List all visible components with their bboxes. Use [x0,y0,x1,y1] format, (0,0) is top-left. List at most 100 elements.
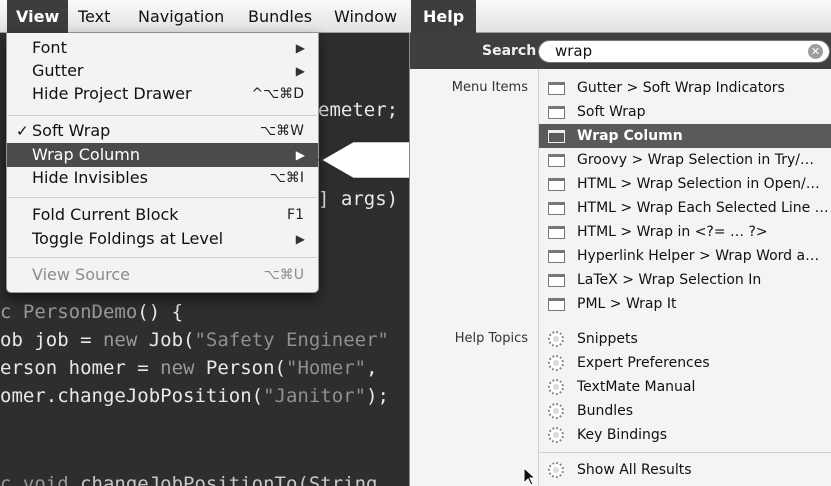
menu-item-toggle-foldings[interactable]: Toggle Foldings at Level ▶ [7,227,318,251]
help-menu-dropdown: Search wrap ✕ Menu Items Gutter > Soft W… [409,33,831,486]
help-topic-icon [548,379,564,395]
code-fragment: Job( [148,329,195,351]
code-fragment: new [160,357,206,379]
menu-item-font[interactable]: Font ▶ [7,36,318,60]
menu-item-label: Toggle Foldings at Level [32,229,224,248]
help-menu-item[interactable]: Soft Wrap [539,100,831,124]
help-menu-item-selected[interactable]: Wrap Column [539,124,831,148]
help-topic-label: Expert Preferences [577,355,710,371]
help-menu-item[interactable]: HTML > Wrap Each Selected Line … [539,196,831,220]
menu-bar: View Text Navigation Bundles Window Help [0,0,831,33]
code-line: omer.changeJobPosition("Janitor"); [0,385,389,407]
clear-search-icon[interactable]: ✕ [808,44,823,59]
code-fragment: Person( [205,357,286,379]
help-topic-item[interactable]: Key Bindings [539,423,831,447]
help-topic-item[interactable]: Expert Preferences [539,351,831,375]
help-menu-item-label: Groovy > Wrap Selection in Try/… [577,152,814,168]
menu-separator [539,452,831,453]
help-topic-icon [548,427,564,443]
submenu-arrow-icon: ▶ [295,232,305,246]
help-topic-item[interactable]: Snippets [539,327,831,351]
search-input-value: wrap [555,42,593,60]
menu-item-icon [548,82,565,95]
code-fragment: ); [366,385,389,407]
shortcut-label: ⌥⌘I [269,170,304,186]
help-menu-item-label: Gutter > Soft Wrap Indicators [577,80,785,96]
menu-item-label: Wrap Column [32,145,140,164]
help-topic-label: Snippets [577,331,638,347]
code-fragment: omer.changeJobPosition( [0,385,264,407]
menu-item-wrap-column[interactable]: Wrap Column ▶ [7,143,318,167]
view-menu-dropdown: Font ▶ Gutter ▶ Hide Project Drawer ^⌥⌘D… [6,33,319,293]
code-fragment: c [0,301,23,323]
code-line: emeter; [318,99,398,121]
menu-separator [8,115,317,116]
menu-item-label: Gutter [32,61,84,80]
shortcut-label: ⌥⌘U [263,267,304,283]
search-input[interactable]: wrap ✕ [538,40,830,63]
help-menu-item-label: HTML > Wrap Each Selected Line … [577,200,829,216]
help-menu-item[interactable]: HTML > Wrap Selection in Open/… [539,172,831,196]
shortcut-label: F1 [287,207,304,223]
code-fragment: c void [0,473,81,486]
help-menu-item[interactable]: LaTeX > Wrap Selection In [539,268,831,292]
submenu-arrow-icon: ▶ [295,41,305,55]
help-topic-item[interactable]: TextMate Manual [539,375,831,399]
menu-item-view-source: View Source ⌥⌘U [7,263,318,287]
menu-item-hide-invisibles[interactable]: Hide Invisibles ⌥⌘I [7,166,318,190]
menu-item-fold-current-block[interactable]: Fold Current Block F1 [7,203,318,227]
code-line: c void changeJobPositionTo(String [0,473,378,486]
help-topic-label: Key Bindings [577,427,668,443]
menu-text[interactable]: Text [69,0,119,33]
code-fragment: ob job = [0,329,103,351]
help-topic-label: Bundles [577,403,634,419]
code-fragment: , [366,357,378,379]
code-line: ] args) [318,188,398,210]
help-menu-item-label: Wrap Column [577,128,683,144]
help-menu-item[interactable]: Groovy > Wrap Selection in Try/… [539,148,831,172]
menu-separator [8,197,317,198]
menu-help[interactable]: Help [411,0,477,33]
menu-item-icon [548,250,565,263]
menu-item-label: Fold Current Block [32,205,179,224]
menu-window[interactable]: Window [325,0,406,33]
code-fragment: PersonDemo [22,301,138,323]
menu-item-gutter[interactable]: Gutter ▶ [7,59,318,83]
help-topic-item[interactable]: Bundles [539,399,831,423]
help-menu-item[interactable]: Hyperlink Helper > Wrap Word a… [539,244,831,268]
help-menu-item-label: PML > Wrap It [577,296,677,312]
menu-separator [8,257,317,258]
menu-navigation[interactable]: Navigation [129,0,233,33]
menu-item-hide-project-drawer[interactable]: Hide Project Drawer ^⌥⌘D [7,82,318,106]
menu-item-label: Soft Wrap [32,121,111,140]
code-fragment: "Homer" [286,357,367,379]
help-search-bar: Search wrap ✕ [410,33,831,69]
help-menu-item[interactable]: Gutter > Soft Wrap Indicators [539,76,831,100]
menu-item-icon [548,274,565,287]
help-topic-icon [548,331,564,347]
help-topic-label: TextMate Manual [577,379,696,395]
show-all-results-label: Show All Results [577,462,692,478]
menu-item-icon [548,154,565,167]
menu-bundles[interactable]: Bundles [239,0,321,33]
help-menu-item[interactable]: PML > Wrap It [539,292,831,316]
menu-item-icon [548,178,565,191]
mouse-cursor-icon [523,467,537,486]
help-menu-item-label: HTML > Wrap Selection in Open/… [577,176,820,192]
shortcut-label: ⌥⌘W [260,123,304,139]
menu-item-icon [548,226,565,239]
search-label: Search [482,43,537,59]
menu-item-icon [548,130,565,143]
help-menu-item[interactable]: HTML > Wrap in <?= … ?> [539,220,831,244]
menu-item-label: View Source [32,265,131,284]
menu-item-label: Hide Project Drawer [32,84,192,103]
help-menu-item-label: HTML > Wrap in <?= … ?> [577,224,768,240]
menu-item-icon [548,298,565,311]
menu-item-soft-wrap[interactable]: ✓ Soft Wrap ⌥⌘W [7,119,318,143]
menu-view[interactable]: View [7,0,69,33]
help-menu-item-label: Soft Wrap [577,104,646,120]
code-fragment: () { [137,301,184,323]
menu-item-label: Font [32,38,67,57]
show-all-results-item[interactable]: Show All Results [539,458,831,482]
section-label-menu-items: Menu Items [451,80,528,95]
